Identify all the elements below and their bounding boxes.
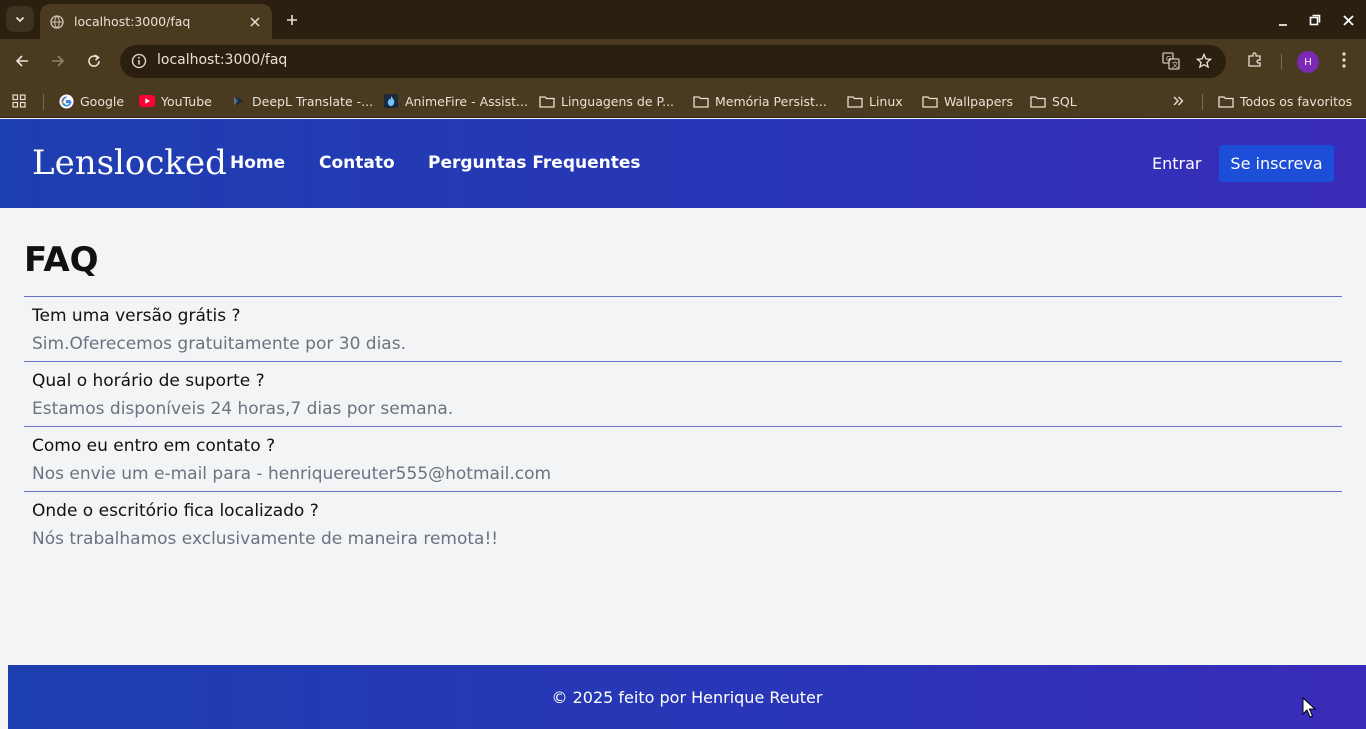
deepl-icon xyxy=(230,93,246,109)
faq-answer: Estamos disponíveis 24 horas,7 dias por … xyxy=(32,399,454,419)
faq-answer: Nós trabalhamos exclusivamente de maneir… xyxy=(32,529,499,549)
bookmark-folder-sql[interactable]: SQL xyxy=(1030,90,1077,112)
reload-icon xyxy=(87,53,101,72)
faq-list: Tem uma versão grátis ? Sim.Oferecemos g… xyxy=(24,296,1342,556)
faq-question: Qual o horário de suporte ? xyxy=(32,371,265,391)
bookmark-animefire[interactable]: AnimeFire - Assist... xyxy=(383,90,528,112)
nav-contato[interactable]: Contato xyxy=(319,153,395,173)
chevron-down-icon xyxy=(14,10,26,29)
tab-title: localhost:3000/faq xyxy=(74,14,191,29)
signup-button[interactable]: Se inscreva xyxy=(1219,145,1334,182)
folder-icon xyxy=(847,93,863,109)
arrow-right-icon xyxy=(51,53,65,72)
login-link[interactable]: Entrar xyxy=(1152,154,1201,173)
animefire-icon xyxy=(383,93,399,109)
kebab-menu-icon xyxy=(1342,52,1346,72)
folder-icon xyxy=(693,93,709,109)
bookmarks-divider xyxy=(1202,94,1203,110)
globe-icon xyxy=(50,14,64,29)
arrow-left-icon xyxy=(15,53,29,72)
browser-menu-button[interactable] xyxy=(1331,49,1357,75)
site-header: Lenslocked Home Contato Perguntas Freque… xyxy=(0,119,1366,208)
svg-text:文: 文 xyxy=(1172,60,1179,69)
minimize-button[interactable] xyxy=(1271,8,1295,32)
folder-icon xyxy=(1218,93,1234,109)
bookmark-label: SQL xyxy=(1052,93,1077,109)
more-bookmarks-button[interactable] xyxy=(1170,90,1192,112)
all-bookmarks-label: Todos os favoritos xyxy=(1240,93,1353,109)
faq-answer: Nos envie um e-mail para - henriquereute… xyxy=(32,464,552,484)
forward-button[interactable] xyxy=(45,49,71,75)
youtube-icon xyxy=(139,93,155,109)
translate-icon[interactable]: G文 xyxy=(1160,50,1182,72)
folder-icon xyxy=(539,93,555,109)
puzzle-icon xyxy=(1247,52,1263,72)
bookmark-label: Linux xyxy=(869,93,903,109)
bookmark-label: AnimeFire - Assist... xyxy=(405,93,528,109)
toolbar-divider xyxy=(1281,54,1282,70)
plus-icon xyxy=(286,11,298,30)
faq-question: Onde o escritório fica localizado ? xyxy=(32,501,319,521)
apps-grid-icon xyxy=(11,93,27,109)
bookmark-label: Google xyxy=(80,93,125,109)
bookmark-folder-linguagens[interactable]: Linguagens de P... xyxy=(539,90,674,112)
browser-tab[interactable]: localhost:3000/faq xyxy=(40,4,272,39)
mouse-cursor-icon xyxy=(1302,696,1317,719)
folder-icon xyxy=(922,93,938,109)
faq-item: Tem uma versão grátis ? Sim.Oferecemos g… xyxy=(24,296,1342,361)
new-tab-button[interactable] xyxy=(280,8,304,32)
bookmarks-divider xyxy=(43,94,44,110)
browser-tab-strip: localhost:3000/faq xyxy=(0,0,1366,39)
close-tab-icon[interactable] xyxy=(246,13,264,31)
brand-logo[interactable]: Lenslocked xyxy=(32,143,227,183)
google-icon xyxy=(58,93,74,109)
nav-perguntas-frequentes[interactable]: Perguntas Frequentes xyxy=(428,153,641,173)
bookmarks-bar: Google YouTube DeepL Translate -... Anim… xyxy=(0,84,1366,118)
restore-button[interactable] xyxy=(1303,8,1327,32)
minimize-icon xyxy=(1278,11,1288,30)
bookmark-youtube[interactable]: YouTube xyxy=(139,90,212,112)
faq-item: Como eu entro em contato ? Nos envie um … xyxy=(24,426,1342,491)
folder-icon xyxy=(1030,93,1046,109)
site-footer: © 2025 feito por Henrique Reuter xyxy=(8,665,1366,729)
faq-question: Como eu entro em contato ? xyxy=(32,436,276,456)
reload-button[interactable] xyxy=(81,49,107,75)
bookmark-folder-memoria[interactable]: Memória Persist... xyxy=(693,90,827,112)
apps-button[interactable] xyxy=(11,90,33,112)
faq-answer: Sim.Oferecemos gratuitamente por 30 dias… xyxy=(32,334,406,354)
faq-item: Qual o horário de suporte ? Estamos disp… xyxy=(24,361,1342,426)
chevron-double-right-icon xyxy=(1170,93,1186,109)
close-window-button[interactable] xyxy=(1336,8,1360,32)
address-url[interactable]: localhost:3000/faq xyxy=(157,52,287,68)
page-title: FAQ xyxy=(24,240,99,280)
bookmark-label: Linguagens de P... xyxy=(561,93,675,109)
extensions-button[interactable] xyxy=(1242,49,1268,75)
bookmark-star-icon[interactable] xyxy=(1193,50,1215,72)
bookmark-label: Memória Persist... xyxy=(715,93,827,109)
bookmark-folder-linux[interactable]: Linux xyxy=(847,90,903,112)
faq-question: Tem uma versão grátis ? xyxy=(32,306,241,326)
bookmark-google[interactable]: Google xyxy=(58,90,124,112)
profile-avatar[interactable]: H xyxy=(1297,51,1319,73)
bookmark-label: YouTube xyxy=(161,93,212,109)
restore-icon xyxy=(1309,11,1321,30)
footer-copyright: © 2025 feito por Henrique Reuter xyxy=(551,687,823,707)
bookmark-folder-wallpapers[interactable]: Wallpapers xyxy=(922,90,1013,112)
address-bar[interactable]: localhost:3000/faq G文 xyxy=(120,45,1226,78)
bookmark-deepl[interactable]: DeepL Translate -... xyxy=(230,90,373,112)
site-info-icon[interactable] xyxy=(128,50,150,72)
browser-toolbar: localhost:3000/faq G文 H xyxy=(0,39,1366,84)
tab-search-button[interactable] xyxy=(6,6,34,32)
back-button[interactable] xyxy=(9,49,35,75)
faq-item: Onde o escritório fica localizado ? Nós … xyxy=(24,491,1342,556)
nav-home[interactable]: Home xyxy=(230,153,285,173)
all-bookmarks-button[interactable]: Todos os favoritos xyxy=(1218,90,1352,112)
bookmark-label: DeepL Translate -... xyxy=(252,93,374,109)
bookmark-label: Wallpapers xyxy=(944,93,1014,109)
close-icon xyxy=(1342,11,1354,30)
